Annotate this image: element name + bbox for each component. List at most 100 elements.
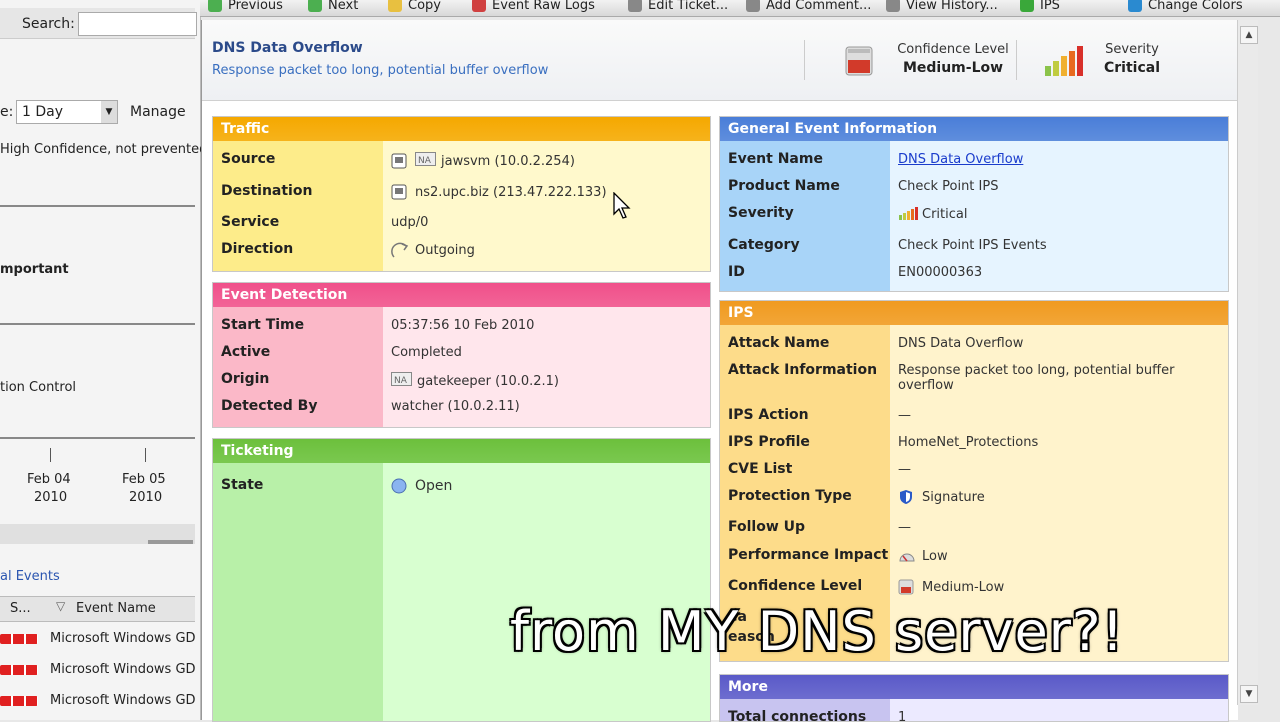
- label-column: [213, 463, 383, 721]
- scroll-down-icon[interactable]: ▼: [1240, 685, 1258, 703]
- col-s[interactable]: S...: [10, 601, 31, 616]
- field-label-detection: Detected By: [221, 398, 318, 414]
- toolbar-button-label: IPS: [1040, 0, 1060, 13]
- field-label-ips: IPS Profile: [728, 434, 810, 450]
- field-label-general: ID: [728, 264, 745, 280]
- toolbar-button-2[interactable]: Copy: [388, 0, 441, 15]
- table-row[interactable]: Microsoft Windows GD: [0, 692, 196, 712]
- table-row[interactable]: Microsoft Windows GD: [0, 661, 196, 681]
- field-value-text: Response packet too long, potential buff…: [898, 363, 1175, 378]
- state-label: State: [221, 477, 264, 493]
- divider: [0, 437, 195, 439]
- toolbar-button-7[interactable]: IPS: [1020, 0, 1060, 15]
- event-detection-header: Event Detection: [213, 283, 710, 307]
- toolbar-icon: [308, 0, 322, 12]
- toolbar-button-label: Edit Ticket...: [648, 0, 729, 13]
- table-row[interactable]: Microsoft Windows GD: [0, 630, 196, 650]
- field-label-traffic: Source: [221, 151, 276, 167]
- field-value-general[interactable]: DNS Data Overflow: [898, 152, 1023, 167]
- na-badge-icon: NA: [391, 372, 413, 390]
- left-pane: Search: e: 1 Day ▼ Manage High Confidenc…: [0, 0, 207, 720]
- toolbar-icon: [886, 0, 900, 12]
- severity-value: Critical: [1103, 60, 1160, 76]
- field-label-traffic: Service: [221, 214, 280, 230]
- field-value-traffic: ns2.upc.biz (213.47.222.133): [391, 184, 607, 200]
- field-value-text: Completed: [391, 345, 462, 360]
- field-label-general: Severity: [728, 205, 794, 221]
- severity-indicator-icon: [0, 665, 38, 675]
- field-label-detection: Origin: [221, 371, 270, 387]
- toolbar-button-6[interactable]: View History...: [886, 0, 998, 15]
- field-value-ips: —: [898, 520, 911, 535]
- scroll-up-icon[interactable]: ▲: [1240, 26, 1258, 44]
- field-value-text: DNS Data Overflow: [898, 336, 1024, 351]
- field-value-ips: Low: [898, 548, 948, 564]
- toolbar-button-1[interactable]: Next: [308, 0, 358, 15]
- field-value-detection: watcher (10.0.2.11): [391, 399, 520, 414]
- field-value-text: Check Point IPS: [898, 179, 999, 194]
- shield-icon: [898, 489, 914, 505]
- severity-indicator-icon: [0, 696, 38, 706]
- date-label: Feb 04: [27, 472, 71, 487]
- ticketing-panel: Ticketing State Open: [212, 438, 711, 722]
- toolbar-button-label: Event Raw Logs: [492, 0, 595, 13]
- field-value-text: Signature: [922, 489, 985, 505]
- col-event-name[interactable]: Event Name: [76, 601, 156, 616]
- event-subtitle: Response packet too long, potential buff…: [212, 63, 549, 78]
- field-value-ips: HomeNet_Protections: [898, 435, 1038, 450]
- event-name-link[interactable]: DNS Data Overflow: [898, 152, 1023, 167]
- toolbar-icon: [208, 0, 222, 12]
- field-value-text: EN00000363: [898, 265, 983, 280]
- toolbar-button-label: Previous: [228, 0, 283, 13]
- toolbar-button-label: Next: [328, 0, 359, 13]
- na-badge-icon: NA: [415, 152, 437, 170]
- vertical-scrollbar[interactable]: ▲ ▼: [1237, 20, 1258, 705]
- more-panel: More Total connections 1: [719, 674, 1229, 722]
- period-select[interactable]: 1 Day ▼: [16, 100, 118, 124]
- confidence-label: Confidence Level: [897, 42, 1009, 57]
- divider: [1016, 40, 1017, 80]
- toolbar-icon: [472, 0, 486, 12]
- conf-icon: [898, 579, 914, 595]
- total-connections-value: 1: [898, 710, 907, 722]
- field-value-ips: —: [898, 462, 911, 477]
- period-prefix: e:: [0, 104, 14, 120]
- field-value-detection: NANAgatekeeper (10.0.2.1): [391, 372, 559, 390]
- traffic-panel: Traffic SourceNANAjawsvm (10.0.2.254)Des…: [212, 116, 711, 272]
- toolbar: Previous Next Copy Event Raw Logs Edit Ticke…: [200, 0, 1280, 17]
- confidence-filter-text: High Confidence, not prevented: [0, 142, 208, 157]
- chevron-down-icon[interactable]: ▼: [101, 101, 117, 123]
- toolbar-button-3[interactable]: Event Raw Logs: [472, 0, 595, 15]
- control-label: tion Control: [0, 380, 77, 395]
- search-label: Search:: [22, 16, 75, 32]
- svg-text:NA: NA: [418, 156, 432, 166]
- toolbar-button-5[interactable]: Add Comment...: [746, 0, 871, 15]
- toolbar-button-0[interactable]: Previous: [208, 0, 283, 15]
- scroll-thumb[interactable]: [148, 540, 193, 544]
- field-label-general: Category: [728, 237, 800, 253]
- field-value-general: Check Point IPS: [898, 179, 998, 194]
- field-value-text: jawsvm (10.0.2.254): [441, 153, 575, 169]
- events-title: al Events: [0, 569, 60, 584]
- horizontal-scrollbar[interactable]: [0, 524, 195, 544]
- field-value-text: Medium-Low: [922, 579, 1005, 595]
- toolbar-icon: [746, 0, 760, 12]
- host-icon: [391, 153, 407, 169]
- event-header: DNS Data Overflow Response packet too lo…: [202, 20, 1238, 101]
- toolbar-button-8[interactable]: Change Colors: [1128, 0, 1243, 15]
- toolbar-icon: [628, 0, 642, 12]
- filter-icon[interactable]: ▽: [56, 599, 65, 613]
- manage-button[interactable]: Manage: [130, 104, 186, 120]
- tick: [50, 448, 51, 462]
- svg-text:NA: NA: [394, 376, 408, 386]
- toolbar-button-label: View History...: [906, 0, 998, 13]
- field-value-text: overflow: [898, 378, 954, 393]
- field-value-ips: Signature: [898, 489, 985, 505]
- toolbar-button-4[interactable]: Edit Ticket...: [628, 0, 728, 15]
- state-value[interactable]: Open: [391, 478, 452, 494]
- field-value-text: Check Point IPS Events: [898, 238, 1047, 253]
- field-value-traffic: NANAjawsvm (10.0.2.254): [391, 152, 575, 170]
- field-value-text: —: [898, 462, 911, 477]
- search-input[interactable]: [78, 12, 197, 36]
- field-value-detection: Completed: [391, 345, 462, 360]
